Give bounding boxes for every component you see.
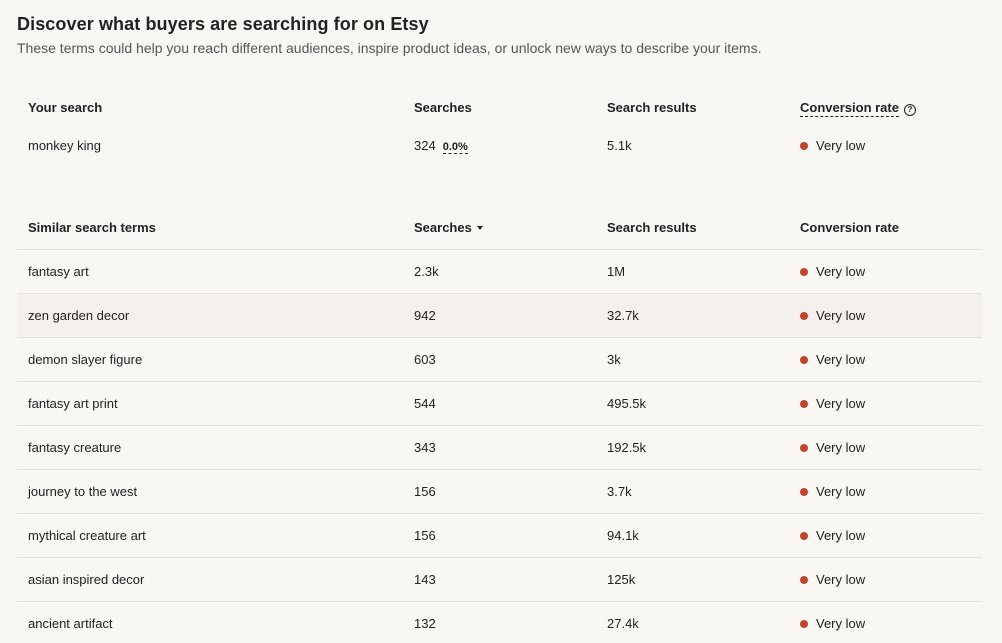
search-results-value: 192.5k [607,440,647,455]
page-subtitle: These terms could help you reach differe… [17,40,762,56]
search-term: fantasy art [28,264,89,279]
conversion-indicator-dot [800,532,808,540]
conversion-rate-value: Very low [816,138,866,153]
conversion-cell: Very low [800,396,865,411]
conversion-indicator-dot [800,142,808,150]
conversion-rate-value: Very low [816,308,866,323]
conversion-cell: Very low [800,264,865,279]
search-results-value: 3.7k [607,484,632,499]
conversion-cell: Very low [800,440,865,455]
conversion-indicator-dot [800,312,808,320]
search-results-value: 125k [607,572,636,587]
conversion-rate-column-header[interactable]: Conversion rate? [800,100,916,117]
your-search-searches: 324 0.0% [414,138,468,154]
searches-value: 156 [414,484,436,499]
search-term: asian inspired decor [28,572,145,587]
conversion-cell: Very low [800,484,865,499]
table-row[interactable]: demon slayer figure 603 3k Very low [17,337,982,382]
search-term: zen garden decor [28,308,130,323]
searches-value: 156 [414,528,436,543]
conversion-indicator-dot [800,356,808,364]
searches-change-badge[interactable]: 0.0% [442,141,468,154]
searches-value: 132 [414,616,436,631]
searches-value: 143 [414,572,436,587]
searches-value: 324 [414,138,436,153]
help-icon[interactable]: ? [903,104,916,116]
search-results-column-header: Search results [607,100,697,115]
search-term: fantasy creature [28,440,122,455]
conversion-rate-value: Very low [816,396,866,411]
table-row[interactable]: fantasy art print 544 495.5k Very low [17,381,982,426]
table-row[interactable]: fantasy creature 343 192.5k Very low [17,425,982,470]
search-results-value: 94.1k [607,528,639,543]
searches-value: 2.3k [414,264,439,279]
conversion-indicator-dot [800,268,808,276]
similar-terms-column-header: Similar search terms [28,220,156,235]
sort-down-icon[interactable] [476,226,483,230]
conversion-indicator-dot [800,400,808,408]
conversion-rate-value: Very low [816,440,866,455]
search-term: mythical creature art [28,528,146,543]
conversion-cell: Very low [800,352,865,367]
searches-sort-label[interactable]: Searches [414,220,472,235]
your-search-term: monkey king [28,138,101,153]
page-title: Discover what buyers are searching for o… [17,14,429,34]
search-results-column-header: Search results [607,220,697,235]
search-results-value: 32.7k [607,308,639,323]
conversion-cell: Very low [800,616,865,631]
search-results-value: 495.5k [607,396,647,411]
table-row[interactable]: mythical creature art 156 94.1k Very low [17,513,982,558]
conversion-indicator-dot [800,576,808,584]
conversion-rate-value: Very low [816,484,866,499]
your-search-conversion: Very low [800,138,865,153]
conversion-indicator-dot [800,488,808,496]
conversion-cell: Very low [800,528,865,543]
table-row[interactable]: zen garden decor 942 32.7k Very low [17,293,982,338]
search-results-value: 27.4k [607,616,639,631]
conversion-rate-value: Very low [816,352,866,367]
table-row[interactable]: ancient artifact 132 27.4k Very low [17,601,982,643]
search-insights-page: Discover what buyers are searching for o… [0,0,1002,643]
conversion-rate-value: Very low [816,264,866,279]
searches-sort-header[interactable]: Searches [414,220,483,235]
search-results-value: 3k [607,352,621,367]
searches-value: 603 [414,352,436,367]
searches-value: 343 [414,440,436,455]
search-term: ancient artifact [28,616,113,631]
conversion-rate-value: Very low [816,528,866,543]
conversion-rate-column-header: Conversion rate [800,220,899,235]
conversion-cell: Very low [800,308,865,323]
conversion-rate-value: Very low [816,572,866,587]
conversion-rate-value: Very low [816,616,866,631]
table-row[interactable]: fantasy art 2.3k 1M Very low [17,249,982,294]
your-search-column-header: Your search [28,100,103,115]
your-search-results: 5.1k [607,138,632,153]
search-term: demon slayer figure [28,352,143,367]
searches-column-header: Searches [414,100,472,115]
conversion-cell: Very low [800,572,865,587]
conversion-indicator-dot [800,444,808,452]
table-row[interactable]: journey to the west 156 3.7k Very low [17,469,982,514]
conversion-indicator-dot [800,620,808,628]
conversion-rate-tooltip-label[interactable]: Conversion rate [800,100,899,117]
table-row[interactable]: asian inspired decor 143 125k Very low [17,557,982,602]
search-results-value: 1M [607,264,626,279]
searches-value: 544 [414,396,436,411]
search-term: journey to the west [28,484,138,499]
search-term: fantasy art print [28,396,118,411]
searches-value: 942 [414,308,436,323]
